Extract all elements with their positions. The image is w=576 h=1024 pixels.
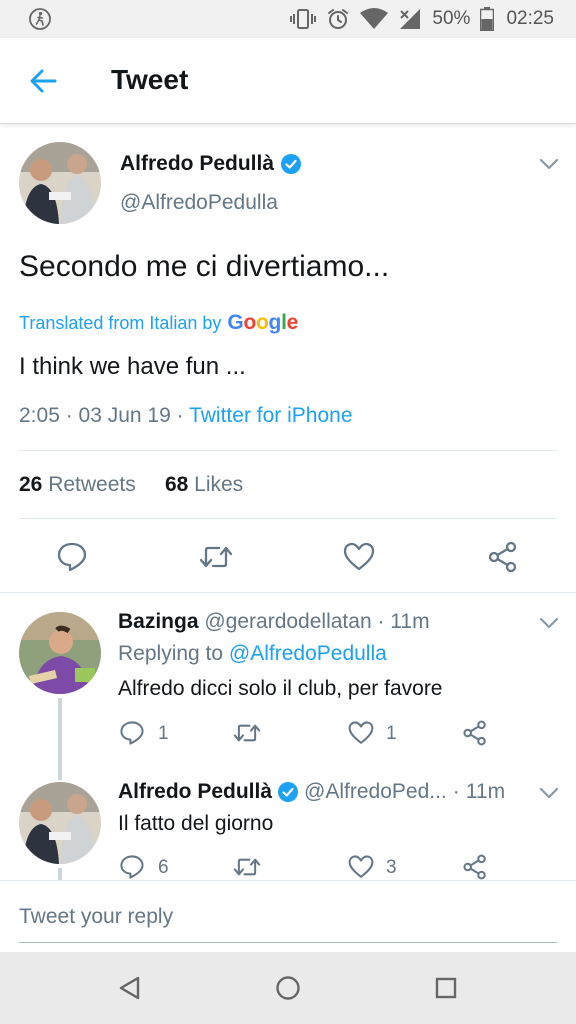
replying-handle-link[interactable]: @AlfredoPedulla bbox=[229, 642, 387, 665]
reply-icon[interactable] bbox=[119, 854, 145, 880]
arrow-left-icon[interactable] bbox=[28, 66, 58, 96]
reply-composer: Tweet your reply bbox=[0, 880, 576, 952]
tweet-stats: 26 Retweets 68 Likes bbox=[19, 473, 243, 497]
share-icon[interactable] bbox=[487, 541, 519, 573]
chevron-down-icon[interactable] bbox=[539, 617, 559, 629]
accessibility-icon bbox=[29, 8, 51, 30]
retweet-icon[interactable] bbox=[232, 854, 262, 880]
wifi-icon bbox=[360, 8, 389, 29]
tweet-date: 03 Jun 19 bbox=[78, 404, 171, 427]
tweet-text: Secondo me ci divertiamo... bbox=[19, 250, 390, 283]
recents-square-icon[interactable] bbox=[433, 975, 459, 1001]
reply-handle: @gerardodellatan bbox=[204, 610, 372, 633]
verified-badge-icon bbox=[278, 782, 299, 802]
reply-author[interactable]: Bazinga @gerardodellatan · 11m bbox=[118, 610, 430, 634]
avatar[interactable] bbox=[19, 142, 101, 224]
google-letter: g bbox=[268, 311, 282, 334]
like-count: 3 bbox=[386, 857, 397, 878]
reply-count: 1 bbox=[158, 723, 169, 744]
translated-label: Translated from Italian by bbox=[19, 313, 222, 333]
like-count: 1 bbox=[386, 723, 397, 744]
reply-time: 11m bbox=[390, 610, 430, 633]
status-bar: 50% 02:25 bbox=[0, 0, 576, 38]
page-title: Tweet bbox=[111, 64, 189, 95]
battery-icon bbox=[480, 7, 495, 31]
separator: · bbox=[452, 780, 460, 803]
home-circle-icon[interactable] bbox=[275, 975, 301, 1001]
likes-label: Likes bbox=[194, 473, 244, 496]
replying-to: Replying to @AlfredoPedulla bbox=[118, 642, 387, 666]
like-icon[interactable] bbox=[348, 720, 374, 746]
translated-text: I think we have fun ... bbox=[19, 353, 246, 380]
reply-icon[interactable] bbox=[119, 720, 145, 746]
vibrate-icon bbox=[290, 9, 317, 29]
section-divider bbox=[0, 592, 576, 593]
reply-text: Alfredo dicci solo il club, per favore bbox=[118, 677, 443, 700]
reply-input[interactable]: Tweet your reply bbox=[19, 905, 173, 929]
reply-text: Il fatto del giorno bbox=[118, 812, 274, 835]
author-name-text: Alfredo Pedullà bbox=[120, 152, 275, 175]
signal-icon bbox=[400, 9, 421, 29]
reply-icon[interactable] bbox=[56, 541, 88, 573]
alarm-icon bbox=[328, 9, 349, 29]
separator: · bbox=[371, 610, 391, 633]
chevron-down-icon[interactable] bbox=[539, 787, 559, 799]
chevron-down-icon[interactable] bbox=[539, 158, 559, 170]
google-logo: Google bbox=[227, 311, 298, 335]
like-icon[interactable] bbox=[343, 541, 375, 573]
reply-input-underline bbox=[19, 942, 557, 943]
tweet-meta: 2:05 · 03 Jun 19 · Twitter for iPhone bbox=[19, 404, 353, 427]
divider bbox=[19, 450, 557, 451]
back-triangle-icon[interactable] bbox=[117, 975, 143, 1001]
verified-badge-icon bbox=[281, 154, 302, 174]
google-letter: o bbox=[256, 311, 269, 334]
divider bbox=[19, 518, 557, 519]
share-icon[interactable] bbox=[462, 854, 488, 880]
google-letter: G bbox=[227, 311, 244, 334]
thread-line bbox=[58, 698, 62, 780]
avatar[interactable] bbox=[19, 782, 101, 864]
like-icon[interactable] bbox=[348, 854, 374, 880]
reply-author[interactable]: Alfredo Pedullà @AlfredoPed... · 11m bbox=[118, 780, 505, 804]
replying-label: Replying to bbox=[118, 642, 224, 665]
author-name[interactable]: Alfredo Pedullà bbox=[120, 152, 302, 176]
likes-stat[interactable]: 68 Likes bbox=[165, 473, 243, 496]
likes-count: 68 bbox=[164, 473, 189, 496]
reply-count: 6 bbox=[158, 857, 169, 878]
avatar[interactable] bbox=[19, 612, 101, 694]
system-nav-bar bbox=[0, 952, 576, 1024]
retweets-label: Retweets bbox=[48, 473, 136, 496]
translation-attribution: Translated from Italian by Google bbox=[19, 311, 298, 335]
reply-author-name: Bazinga bbox=[118, 610, 199, 633]
retweet-icon[interactable] bbox=[232, 720, 262, 746]
tweet-source-link[interactable]: Twitter for iPhone bbox=[189, 404, 352, 427]
reply-author-name: Alfredo Pedullà bbox=[118, 780, 273, 803]
google-letter: e bbox=[286, 311, 299, 334]
google-letter: o bbox=[243, 311, 256, 334]
tweet-time: 2:05 bbox=[19, 404, 60, 427]
retweet-icon[interactable] bbox=[199, 541, 233, 573]
thread-line bbox=[58, 868, 62, 880]
app-bar: Tweet bbox=[0, 38, 576, 124]
author-handle[interactable]: @AlfredoPedulla bbox=[120, 191, 278, 215]
reply-handle: @AlfredoPed... bbox=[304, 780, 447, 803]
reply-time: 11m bbox=[465, 780, 506, 803]
retweets-stat[interactable]: 26 Retweets bbox=[19, 473, 136, 496]
share-icon[interactable] bbox=[462, 720, 488, 746]
tweet-actions bbox=[0, 535, 576, 579]
status-time: 02:25 bbox=[506, 8, 554, 29]
retweets-count: 26 bbox=[19, 473, 43, 496]
battery-percent: 50% bbox=[432, 8, 471, 29]
